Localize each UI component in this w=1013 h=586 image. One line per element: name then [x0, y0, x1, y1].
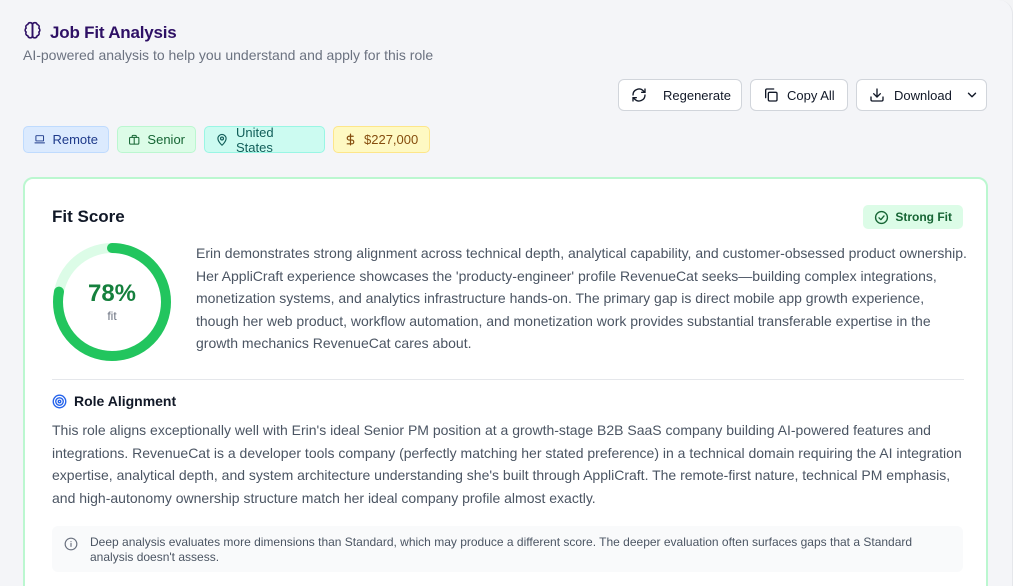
- target-icon: [52, 394, 67, 408]
- briefcase-icon: [129, 134, 140, 145]
- fit-score-title: Fit Score: [52, 207, 125, 226]
- page-subtitle: AI-powered analysis to help you understa…: [23, 47, 434, 63]
- tag-remote: Remote: [23, 126, 109, 153]
- fit-level-badge: Strong Fit: [863, 205, 963, 229]
- download-dropdown-button[interactable]: Download: [856, 79, 987, 111]
- title-row: Job Fit Analysis: [23, 21, 433, 45]
- fit-score-unit: fit: [107, 309, 117, 323]
- fit-score-card: Fit Score Strong Fit 78% fit Erin demons…: [23, 177, 988, 586]
- role-alignment-text: This role aligns exceptionally well with…: [52, 422, 962, 506]
- fit-score-value: 78%: [87, 280, 137, 307]
- download-label: Download: [894, 87, 952, 103]
- copy-all-label: Copy All: [787, 87, 835, 103]
- fit-score-gauge: 78% fit: [52, 242, 172, 362]
- analysis-note-text: Deep analysis evaluates more dimensions …: [90, 535, 913, 564]
- download-icon: [870, 88, 884, 102]
- brain-icon: [23, 21, 42, 45]
- role-alignment-title: Role Alignment: [74, 393, 177, 409]
- tag-label: Senior: [147, 132, 185, 147]
- map-pin-icon: [217, 133, 227, 146]
- laptop-icon: [34, 135, 45, 144]
- header: Job Fit Analysis AI-powered analysis to …: [23, 21, 434, 63]
- tag-seniority: Senior: [117, 126, 196, 153]
- job-tags: Remote Senior United States $227,000: [23, 124, 430, 155]
- tag-label: United States: [236, 124, 274, 155]
- tag-label: Remote: [52, 132, 98, 147]
- role-alignment-heading: Role Alignment: [52, 393, 176, 409]
- page-title: Job Fit Analysis: [50, 23, 177, 42]
- tag-location: United States: [204, 124, 325, 155]
- chevron-down-icon: [967, 92, 977, 98]
- job-fit-panel: Job Fit Analysis AI-powered analysis to …: [0, 0, 1013, 586]
- copy-icon: [765, 88, 778, 102]
- tag-salary: $227,000: [333, 126, 430, 153]
- dollar-icon: [346, 133, 355, 146]
- fit-level-label: Strong Fit: [895, 210, 952, 224]
- refresh-icon: [632, 88, 646, 102]
- divider: [52, 379, 964, 380]
- analysis-note: Deep analysis evaluates more dimensions …: [52, 526, 963, 572]
- regenerate-button[interactable]: Regenerate: [618, 79, 742, 111]
- check-circle-icon: [875, 210, 889, 224]
- fit-summary: Erin demonstrates strong alignment acros…: [196, 245, 967, 352]
- copy-all-button[interactable]: Copy All: [750, 79, 848, 111]
- info-icon: [64, 537, 78, 551]
- tag-label: $227,000: [364, 132, 419, 147]
- action-toolbar: Regenerate Copy All Download: [618, 79, 987, 111]
- regenerate-label: Regenerate: [663, 87, 731, 103]
